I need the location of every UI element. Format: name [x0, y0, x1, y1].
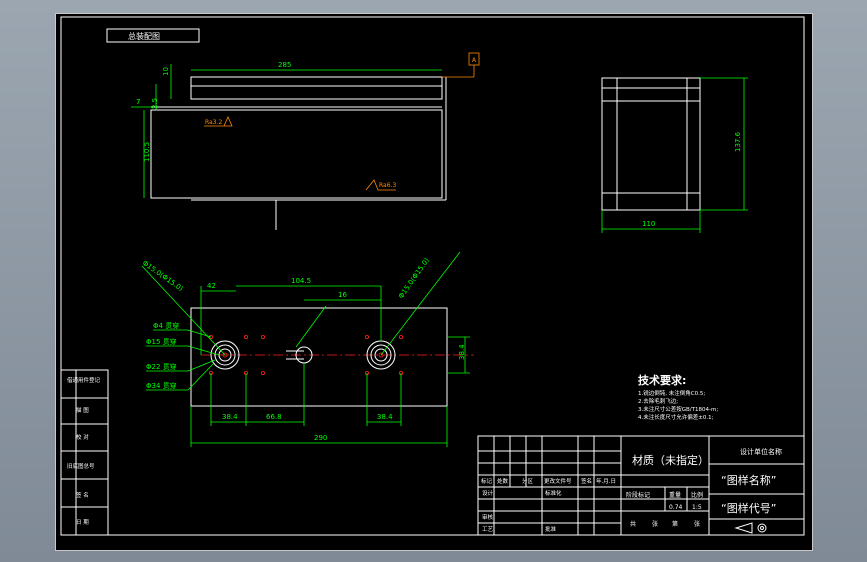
tb-head-4: 更改文件号	[544, 477, 572, 485]
tb-sheet-4: 张	[694, 520, 700, 528]
tb-sheet-1: 共	[630, 520, 636, 528]
tb-head-6: 年.月.日	[596, 477, 616, 485]
tb-std: 标准化	[545, 489, 562, 497]
hole-label-4: Φ34 贯穿	[146, 381, 177, 390]
tb-sheet-3: 第	[672, 520, 678, 528]
dim-bot-38-4b: 38.4	[377, 413, 393, 421]
tb-process: 工艺	[482, 526, 494, 533]
tb-material: 材质（未指定）	[632, 453, 709, 467]
tech-line-2: 2.去除毛刺飞边;	[638, 397, 678, 405]
tb-sheet-2: 张	[652, 520, 658, 528]
tb-review: 审核	[482, 513, 494, 521]
title-block: 标记 处数 分区 更改文件号 签名 年.月.日 设计 标准化 审核 工艺 批准 …	[477, 435, 805, 536]
dim-bot-16: 16	[338, 291, 347, 299]
strip-cell-2: 描 图	[76, 406, 89, 414]
dim-top-10: 10	[162, 67, 170, 76]
projection-circle	[757, 523, 767, 533]
strip-cell-5: 签 名	[76, 491, 89, 499]
datum-label: A	[472, 57, 477, 64]
tb-drawing-name: “图样名称”	[721, 473, 776, 487]
dim-bot-span: 104.5	[291, 277, 311, 285]
tb-drawing-code: “图样代号”	[721, 501, 776, 515]
hole-label-1: Φ4 贯穿	[153, 321, 179, 330]
tb-scale-header: 比例	[691, 491, 703, 499]
tb-weight-header: 重量	[669, 491, 681, 499]
strip-cell-3: 校 对	[76, 433, 89, 441]
strip-cell-6: 日 期	[76, 519, 89, 526]
dim-top-height: 110.5	[143, 142, 151, 162]
dim-side-width: 110	[642, 220, 655, 228]
dim-bot-66-8: 66.8	[266, 413, 282, 421]
cad-viewport: 总装配图 借通用件登记 描 图 校 对 旧底图总号 签 名 日 期 285 10…	[0, 0, 867, 562]
roughness-2: Ra6.3	[379, 182, 396, 189]
tb-stage-header: 阶段标记	[626, 491, 650, 499]
plan-view: Φ4 贯穿 Φ15 贯穿 Φ22 贯穿 Φ34 贯穿 Φ15.0(Φ15.0) …	[141, 251, 474, 447]
tb-head-3: 分区	[522, 477, 534, 485]
strip-cell-1: 借通用件登记	[67, 376, 101, 384]
dim-bot-total: 290	[314, 434, 327, 442]
dim-side-height: 137.6	[734, 131, 742, 152]
tb-company: 设计单位名称	[740, 447, 782, 456]
tb-head-1: 标记	[481, 477, 493, 485]
tb-design: 设计	[482, 489, 494, 497]
roughness-1: Ra3.2	[205, 119, 222, 126]
projection-symbol	[734, 522, 753, 534]
tech-line-3: 3.未注尺寸公差按GB/T1804-m;	[638, 405, 718, 413]
side-view: 137.6 110	[601, 77, 748, 233]
tb-scale: 1:5	[692, 504, 702, 511]
drawing-sheet: 总装配图 借通用件登记 描 图 校 对 旧底图总号 签 名 日 期 285 10…	[55, 13, 813, 551]
title-tag: 总装配图	[128, 31, 160, 41]
hole-label-2: Φ15 贯穿	[146, 337, 177, 346]
tech-line-1: 1.锐边倒钝, 未注倒角C0.5;	[638, 389, 705, 397]
dim-bot-38-4a: 38.4	[222, 413, 238, 421]
tech-heading: 技术要求:	[638, 373, 686, 387]
dim-top-len: 285	[278, 61, 291, 69]
tech-requirements: 技术要求: 1.锐边倒钝, 未注倒角C0.5; 2.去除毛刺飞边; 3.未注尺寸…	[638, 373, 718, 421]
leader-right-label: Φ15.0(Φ15.0)	[397, 256, 431, 300]
left-strip-table: 借通用件登记 描 图 校 对 旧底图总号 签 名 日 期	[60, 369, 109, 536]
strip-cell-4: 旧底图总号	[67, 462, 95, 470]
tb-approve: 批准	[545, 525, 557, 533]
tb-weight: 0.74	[669, 504, 683, 511]
dim-top-side: 2.5	[151, 98, 159, 109]
hole-callouts: Φ4 贯穿 Φ15 贯穿 Φ22 贯穿 Φ34 贯穿	[146, 321, 220, 391]
dim-bot-right: 38.4	[458, 344, 466, 360]
drawing-canvas: 总装配图 借通用件登记 描 图 校 对 旧底图总号 签 名 日 期 285 10…	[60, 16, 805, 536]
tb-head-2: 处数	[497, 477, 509, 485]
hole-label-3: Φ22 贯穿	[146, 362, 177, 371]
tech-line-4: 4.未注长度尺寸允许偏差±0.1;	[638, 413, 714, 421]
dim-bot-42: 42	[207, 282, 216, 290]
dim-top-7: 7	[136, 98, 140, 106]
front-view: 285 10 7 2.5 110.5 A Ra3.2 Ra6.3	[131, 52, 480, 230]
tb-head-5: 签名	[581, 477, 592, 485]
